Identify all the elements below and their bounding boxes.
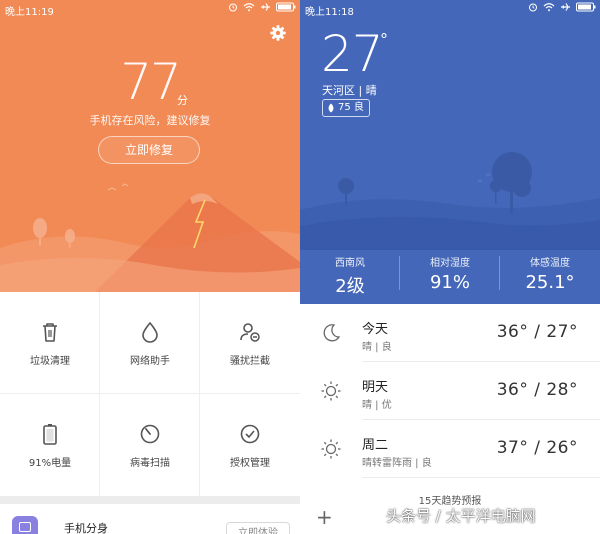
status-icons <box>228 2 296 12</box>
battery-icon <box>43 424 57 445</box>
forecast-range: 36° / 28° <box>496 380 578 400</box>
forecast-row-tuesday[interactable]: 周二 晴转雷阵雨 | 良 37° / 26° <box>300 420 600 478</box>
trash-icon <box>43 323 57 342</box>
current-temperature: 27 <box>321 25 384 83</box>
section-divider <box>0 496 300 504</box>
wifi-icon <box>243 3 255 12</box>
scan-icon <box>140 424 160 444</box>
weather-hero: 晚上11:18 27 ° 天河区 | 晴 75 良 西南风 2级 相对湿度 91… <box>300 0 600 304</box>
forecast-day: 周二 <box>362 438 389 453</box>
sun-icon <box>321 439 341 459</box>
feels-like-stat: 体感温度 25.1° <box>500 254 600 293</box>
leaf-icon <box>328 103 334 113</box>
alarm-icon <box>229 3 237 12</box>
volcano-illustration <box>0 183 300 292</box>
weather-illustration <box>300 152 600 250</box>
stat-value: 91% <box>429 272 470 293</box>
degree-symbol: ° <box>380 30 388 49</box>
tool-network-assistant[interactable]: 网络助手 <box>100 292 200 394</box>
drop-icon <box>142 321 158 343</box>
wind-stat: 西南风 2级 <box>300 254 400 298</box>
check-circle-icon <box>240 424 260 444</box>
status-time: 晚上11:19 <box>5 7 54 18</box>
block-user-icon <box>240 323 260 342</box>
sun-icon <box>321 381 341 401</box>
humidity-stat: 相对湿度 91% <box>400 254 500 293</box>
forecast-row-tomorrow[interactable]: 明天 晴 | 优 36° / 28° <box>300 362 600 420</box>
tool-label: 病毒扫描 <box>130 458 170 469</box>
status-bar: 晚上11:19 <box>0 0 300 18</box>
forecast-condition: 晴转雷阵雨 | 良 <box>362 458 432 469</box>
tool-harassment-block[interactable]: 骚扰拦截 <box>200 292 300 394</box>
tool-permission-manager[interactable]: 授权管理 <box>200 394 300 496</box>
status-time: 晚上11:18 <box>305 7 354 18</box>
stat-value: 2级 <box>335 276 365 297</box>
battery-status-icon <box>276 2 296 12</box>
tool-junk-cleanup[interactable]: 垃圾清理 <box>0 292 100 394</box>
forecast-range: 36° / 27° <box>496 322 578 342</box>
tools-grid: 垃圾清理 网络助手 骚扰拦截 91%电量 病毒扫描 授权管理 <box>0 292 300 496</box>
tool-label: 骚扰拦截 <box>230 356 270 367</box>
stat-value: 25.1° <box>525 272 575 293</box>
status-bar: 晚上11:18 <box>300 0 600 18</box>
forecast-row-today[interactable]: 今天 晴 | 良 36° / 27° <box>300 304 600 362</box>
wifi-icon <box>543 3 555 12</box>
aqi-badge[interactable]: 75 良 <box>322 99 370 117</box>
add-city-button[interactable]: + <box>316 505 333 529</box>
dual-app-card[interactable]: 手机分身 立即体验 <box>0 504 300 534</box>
watermark-text: 头条号 / 太平洋电脑网 <box>386 507 536 525</box>
dual-app-title: 手机分身 <box>64 522 108 534</box>
forecast-condition: 晴 | 良 <box>362 342 392 353</box>
tool-virus-scan[interactable]: 病毒扫描 <box>100 394 200 496</box>
tool-label: 91%电量 <box>28 458 72 469</box>
weather-app-screen: 晚上11:18 27 ° 天河区 | 晴 75 良 西南风 2级 相对湿度 91… <box>300 0 600 534</box>
location-condition[interactable]: 天河区 | 晴 <box>322 82 377 98</box>
airplane-icon <box>261 3 270 11</box>
score-unit: 分 <box>177 94 188 107</box>
tool-label: 授权管理 <box>230 458 270 469</box>
dual-app-button[interactable]: 立即体验 <box>226 522 290 534</box>
moon-icon <box>323 324 341 342</box>
risk-warning: 手机存在风险，建议修复 <box>89 114 211 127</box>
dual-app-icon <box>12 516 38 534</box>
airplane-icon <box>561 3 570 11</box>
stat-label: 体感温度 <box>530 258 570 269</box>
fix-now-button[interactable]: 立即修复 <box>98 136 200 164</box>
alarm-icon <box>529 3 537 12</box>
settings-gear-icon[interactable] <box>269 24 287 42</box>
forecast-range: 37° / 26° <box>496 438 578 458</box>
battery-status-icon <box>576 2 596 12</box>
stat-label: 相对湿度 <box>430 258 470 269</box>
security-score: 77 <box>120 53 182 111</box>
tool-label: 垃圾清理 <box>30 356 70 367</box>
forecast-condition: 晴 | 优 <box>362 400 392 411</box>
aqi-value: 75 良 <box>338 102 364 113</box>
status-icons <box>528 2 596 12</box>
tool-label: 网络助手 <box>130 356 170 367</box>
tool-battery[interactable]: 91%电量 <box>0 394 100 496</box>
security-app-screen: 晚上11:19 77 分 手机存在风险，建议修复 立即修复 垃圾清理 网络助手 … <box>0 0 300 534</box>
security-hero: 晚上11:19 77 分 手机存在风险，建议修复 立即修复 <box>0 0 300 292</box>
forecast-day: 明天 <box>362 380 389 395</box>
forecast-day: 今天 <box>362 322 389 337</box>
stat-label: 西南风 <box>335 258 365 269</box>
